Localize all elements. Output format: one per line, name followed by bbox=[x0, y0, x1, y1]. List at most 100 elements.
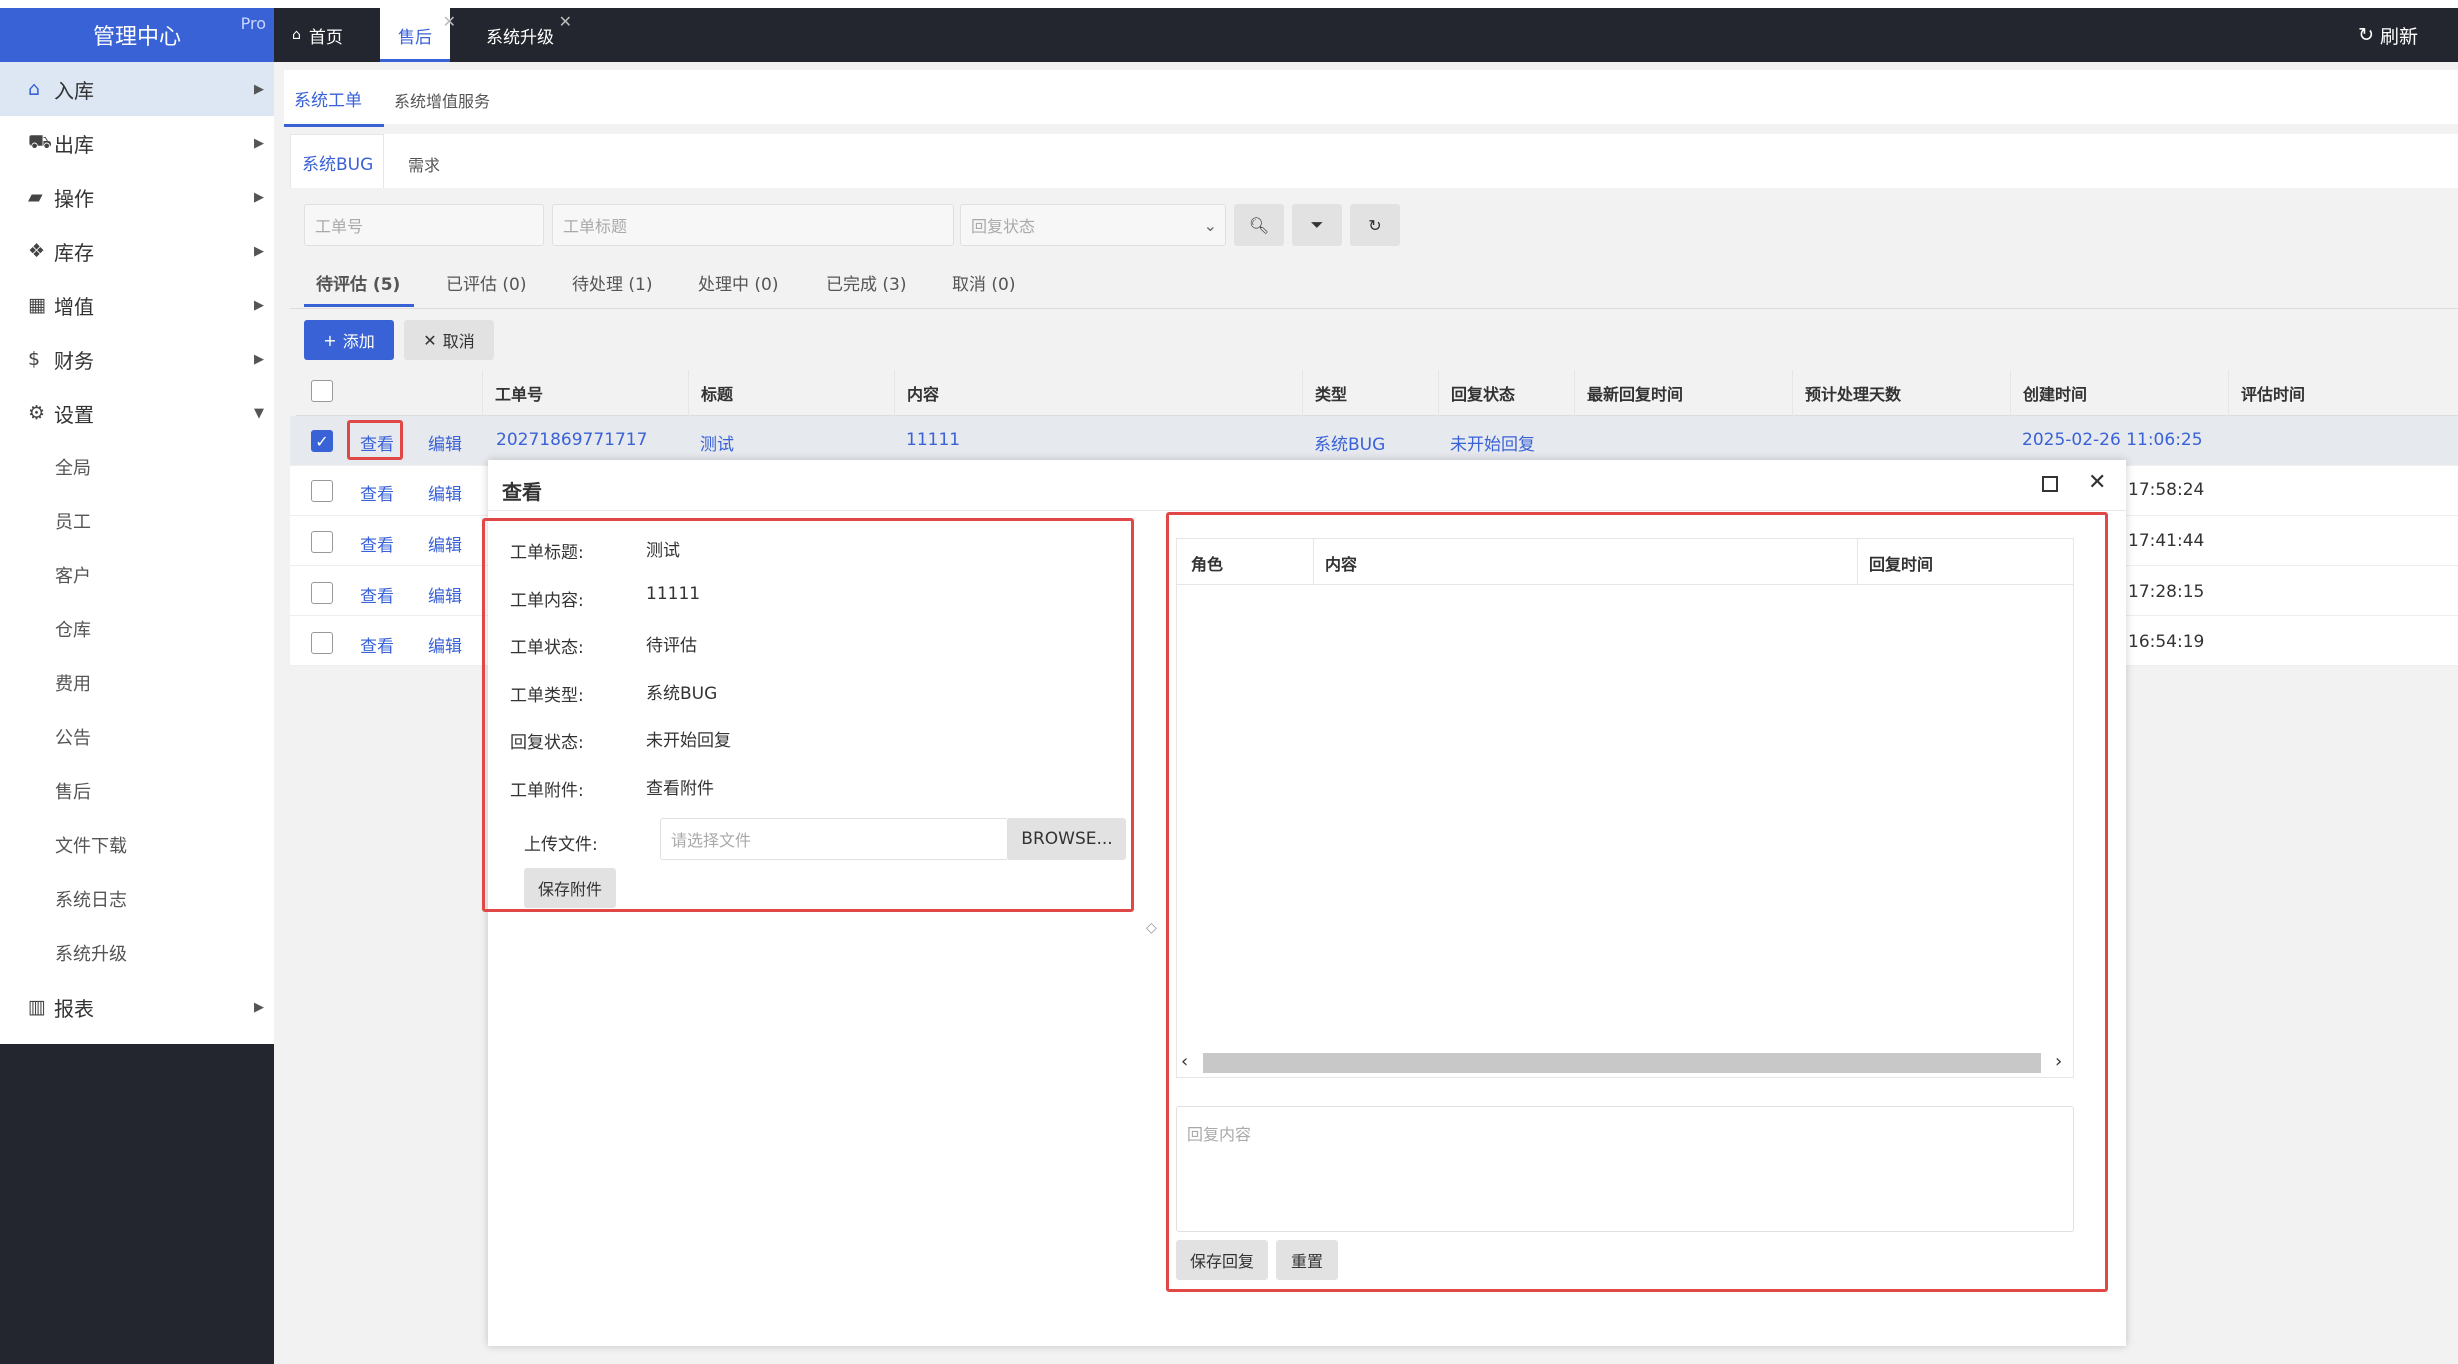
column-header[interactable]: 最新回复时间 bbox=[1574, 370, 1792, 416]
sidebar-item-inventory[interactable]: ❖ 库存 ▶ bbox=[0, 224, 274, 278]
status-tab-processing[interactable]: 处理中 (0) bbox=[698, 270, 778, 295]
caret-right-icon: ▶ bbox=[254, 81, 264, 97]
row-checkbox[interactable] bbox=[311, 582, 333, 604]
upload-file-input[interactable]: 请选择文件 bbox=[660, 818, 1008, 860]
column-header[interactable]: 回复状态 bbox=[1438, 370, 1574, 416]
close-icon[interactable]: ✕ bbox=[2088, 470, 2106, 495]
column-header[interactable]: 内容 bbox=[894, 370, 1302, 416]
ticket-title: 测试 bbox=[700, 435, 734, 455]
sidebar-sub-staff[interactable]: 员工 bbox=[0, 494, 274, 548]
column-header[interactable]: 类型 bbox=[1302, 370, 1438, 416]
brand-title: 管理中心 bbox=[92, 25, 181, 50]
edit-link[interactable]: 编辑 bbox=[428, 480, 462, 505]
brand[interactable]: 管理中心 Pro bbox=[0, 8, 274, 62]
sidebar-sub-customer[interactable]: 客户 bbox=[0, 548, 274, 602]
reply-status-select[interactable]: 回复状态 ⌄ bbox=[960, 204, 1226, 246]
type-tab-bug[interactable]: 系统BUG bbox=[302, 150, 373, 175]
column-header[interactable]: 角色 bbox=[1191, 551, 1223, 575]
save-attachment-button[interactable]: 保存附件 bbox=[524, 868, 616, 908]
chevron-left-icon[interactable]: ‹ bbox=[1181, 1051, 1188, 1072]
ticket-content: 11111 bbox=[906, 430, 961, 450]
cancel-button[interactable]: ✕ 取消 bbox=[404, 320, 494, 360]
ticket-no: 20271869771717 bbox=[496, 430, 648, 450]
filter-button[interactable]: ⏷ bbox=[1292, 204, 1342, 246]
column-header[interactable]: 评估时间 bbox=[2228, 370, 2458, 416]
browse-button[interactable]: BROWSE... bbox=[1008, 818, 1126, 860]
sidebar-item-operation[interactable]: ▰ 操作 ▶ bbox=[0, 170, 274, 224]
home-icon: ⌂ bbox=[292, 27, 301, 43]
refresh-label: 刷新 bbox=[2379, 25, 2418, 48]
chevron-down-icon: ⌄ bbox=[1203, 215, 1217, 235]
edit-link[interactable]: 编辑 bbox=[428, 632, 462, 657]
status-tab-evaluated[interactable]: 已评估 (0) bbox=[446, 270, 526, 295]
view-link[interactable]: 查看 bbox=[360, 632, 394, 657]
edit-link[interactable]: 编辑 bbox=[428, 582, 462, 607]
row-checkbox[interactable] bbox=[311, 632, 333, 654]
reset-button[interactable]: 重置 bbox=[1276, 1240, 1338, 1280]
sidebar-item-outbound[interactable]: ⛟ 出库 ▶ bbox=[0, 116, 274, 170]
field-value: 测试 bbox=[646, 541, 680, 561]
edit-link[interactable]: 编辑 bbox=[428, 430, 462, 455]
search-button[interactable]: 🔍︎ bbox=[1234, 204, 1284, 246]
resize-handle-icon[interactable]: ◇ bbox=[1146, 920, 1157, 936]
sidebar-item-label: 设置 bbox=[54, 402, 94, 427]
edit-link[interactable]: 编辑 bbox=[428, 531, 462, 556]
status-tab-completed[interactable]: 已完成 (3) bbox=[826, 270, 906, 295]
tab-system-upgrade[interactable]: 系统升级 ✕ bbox=[486, 8, 572, 62]
sidebar-sub-system-upgrade[interactable]: 系统升级 bbox=[0, 926, 274, 980]
status-tab-pending-eval[interactable]: 待评估 (5) bbox=[316, 270, 400, 295]
sidebar-sub-system-log[interactable]: 系统日志 bbox=[0, 872, 274, 926]
row-checkbox[interactable] bbox=[311, 531, 333, 553]
sidebar-sub-fee[interactable]: 费用 bbox=[0, 656, 274, 710]
column-header[interactable]: 预计处理天数 bbox=[1792, 370, 2010, 416]
horizontal-scrollbar[interactable]: ‹ › bbox=[1177, 1049, 2073, 1077]
add-button[interactable]: + 添加 bbox=[304, 320, 394, 360]
status-tab-cancelled[interactable]: 取消 (0) bbox=[952, 270, 1015, 295]
subnav-tab-system-ticket[interactable]: 系统工单 bbox=[294, 86, 362, 111]
subnav-tab-value-service[interactable]: 系统增值服务 bbox=[394, 88, 490, 112]
divider bbox=[290, 308, 2458, 309]
dollar-icon: $ bbox=[28, 348, 41, 370]
column-header[interactable]: 内容 bbox=[1325, 551, 1357, 575]
row-checkbox[interactable] bbox=[311, 480, 333, 502]
row-checkbox-checked[interactable]: ✓ bbox=[311, 430, 333, 452]
sidebar-item-finance[interactable]: $ 财务 ▶ bbox=[0, 332, 274, 386]
sidebar-item-inbound[interactable]: ⌂ 入库 ▶ bbox=[0, 62, 274, 116]
refresh-button[interactable]: ↻ 刷新 bbox=[2358, 8, 2418, 62]
scrollbar-thumb[interactable] bbox=[1203, 1053, 2041, 1073]
tab-home[interactable]: ⌂ 首页 bbox=[292, 8, 362, 62]
ticket-no-input[interactable]: 工单号 bbox=[304, 204, 544, 246]
close-icon[interactable]: ✕ bbox=[559, 12, 572, 31]
close-icon[interactable]: ✕ bbox=[443, 12, 456, 31]
sidebar-sub-warehouse[interactable]: 仓库 bbox=[0, 602, 274, 656]
ticket-type: 系统BUG bbox=[1314, 435, 1386, 455]
column-header[interactable]: 创建时间 bbox=[2010, 370, 2228, 416]
sidebar-sub-aftersale[interactable]: 售后 bbox=[0, 764, 274, 818]
sidebar-sub-notice[interactable]: 公告 bbox=[0, 710, 274, 764]
column-header[interactable]: 标题 bbox=[688, 370, 892, 416]
sidebar-item-value-added[interactable]: ▦ 增值 ▶ bbox=[0, 278, 274, 332]
view-link[interactable]: 查看 bbox=[360, 582, 394, 607]
sidebar-sub-file-download[interactable]: 文件下载 bbox=[0, 818, 274, 872]
sidebar-item-report[interactable]: ▥ 报表 ▶ bbox=[0, 980, 274, 1034]
select-all-checkbox[interactable] bbox=[311, 380, 333, 402]
field-label: 工单状态: bbox=[510, 638, 584, 658]
type-tab-requirement[interactable]: 需求 bbox=[408, 152, 440, 176]
maximize-icon[interactable] bbox=[2042, 476, 2058, 492]
view-link[interactable]: 查看 bbox=[360, 531, 394, 556]
column-header[interactable]: 回复时间 bbox=[1869, 551, 1933, 575]
view-attachment-link[interactable]: 查看附件 bbox=[646, 774, 714, 799]
column-header[interactable]: 工单号 bbox=[482, 370, 686, 416]
sidebar-sub-global[interactable]: 全局 bbox=[0, 440, 274, 494]
tab-aftersale[interactable]: 售后 ✕ bbox=[380, 8, 456, 62]
plus-icon: + bbox=[323, 330, 337, 350]
view-link[interactable]: 查看 bbox=[360, 480, 394, 505]
chevron-right-icon[interactable]: › bbox=[2055, 1051, 2062, 1072]
save-reply-button[interactable]: 保存回复 bbox=[1176, 1240, 1268, 1280]
reply-content-textarea[interactable]: 回复内容 bbox=[1176, 1106, 2074, 1232]
caret-right-icon: ▶ bbox=[254, 297, 264, 313]
reset-filter-button[interactable]: ↻ bbox=[1350, 204, 1400, 246]
ticket-title-input[interactable]: 工单标题 bbox=[552, 204, 954, 246]
sidebar-item-settings[interactable]: ⚙ 设置 ▼ bbox=[0, 386, 274, 440]
status-tab-pending-process[interactable]: 待处理 (1) bbox=[572, 270, 652, 295]
